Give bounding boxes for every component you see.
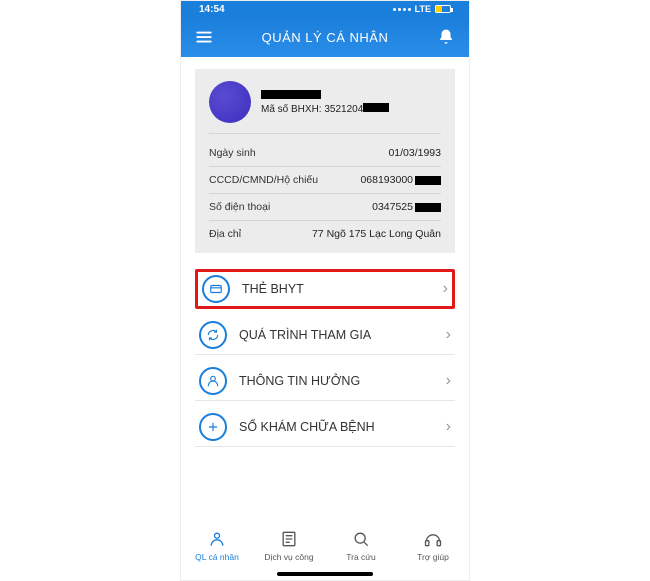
network-label: LTE [415, 4, 431, 14]
field-value: 77 Ngõ 175 Lạc Long Quân [312, 228, 441, 240]
field-value: 068193000 [360, 174, 441, 186]
tab-dich-vu-cong[interactable]: Dịch vụ công [253, 529, 325, 562]
field-label: Ngày sinh [209, 147, 256, 159]
menu-list: THẺ BHYT›QUÁ TRÌNH THAM GIA›THÔNG TIN HƯ… [195, 269, 455, 447]
menu-item-the-bhyt[interactable]: THẺ BHYT › [195, 269, 455, 309]
chevron-right-icon: › [446, 418, 451, 436]
field-label: Số điện thoại [209, 201, 270, 213]
tab-icon [207, 529, 227, 549]
menu-label: QUÁ TRÌNH THAM GIA [239, 328, 434, 342]
field-row: CCCD/CMND/Hộ chiếu 068193000 [209, 167, 441, 194]
redacted-name [261, 90, 321, 99]
tab-tra-cuu[interactable]: Tra cứu [325, 529, 397, 562]
menu-label: THẺ BHYT [242, 282, 431, 296]
chevron-right-icon: › [443, 280, 448, 298]
profile-name [261, 90, 389, 99]
bhxh-label: Mã số BHXH: [261, 104, 322, 115]
content-area: Mã số BHXH: 3521204 Ngày sinh 01/03/1993 C… [181, 57, 469, 524]
field-label: Địa chỉ [209, 228, 241, 240]
menu-label: THÔNG TIN HƯỞNG [239, 374, 434, 388]
phone-screen: 14:54 LTE QUẢN LÝ CÁ NHÂN Mã [180, 0, 470, 581]
menu-item-so-kham[interactable]: SỔ KHÁM CHỮA BỆNH › [195, 407, 455, 447]
tab-label: QL cá nhân [195, 552, 239, 562]
status-right: LTE [393, 4, 451, 14]
tab-label: Trợ giúp [417, 552, 449, 562]
menu-item-qua-trinh[interactable]: QUÁ TRÌNH THAM GIA › [195, 315, 455, 355]
avatar [209, 81, 251, 123]
app-header: QUẢN LÝ CÁ NHÂN [181, 17, 469, 57]
field-row: Địa chỉ 77 Ngõ 175 Lạc Long Quân [209, 221, 441, 247]
bell-icon [437, 28, 455, 46]
page-title: QUẢN LÝ CÁ NHÂN [262, 30, 389, 45]
hamburger-icon [195, 28, 213, 46]
field-row: Số điện thoại 0347525 [209, 194, 441, 221]
tab-label: Tra cứu [346, 552, 375, 562]
tab-tro-giup[interactable]: Trợ giúp [397, 529, 469, 562]
field-value: 0347525 [372, 201, 441, 213]
tab-label: Dịch vụ công [264, 552, 313, 562]
chevron-right-icon: › [446, 326, 451, 344]
field-label: CCCD/CMND/Hộ chiếu [209, 174, 318, 186]
refresh-icon [199, 321, 227, 349]
redacted [415, 203, 441, 212]
tab-ql-ca-nhan[interactable]: QL cá nhân [181, 529, 253, 562]
field-row: Ngày sinh 01/03/1993 [209, 140, 441, 167]
profile-fields: Ngày sinh 01/03/1993 CCCD/CMND/Hộ chiếu 068… [209, 140, 441, 247]
field-value: 01/03/1993 [388, 147, 441, 159]
profile-text: Mã số BHXH: 3521204 [261, 90, 389, 115]
status-bar: 14:54 LTE [181, 1, 469, 17]
tab-icon [279, 529, 299, 549]
chevron-right-icon: › [446, 372, 451, 390]
menu-label: SỔ KHÁM CHỮA BỆNH [239, 420, 434, 434]
bhxh-value: 3521204 [324, 104, 363, 115]
home-indicator [277, 572, 373, 576]
tab-icon [351, 529, 371, 549]
profile-header: Mã số BHXH: 3521204 [209, 81, 441, 134]
signal-icon [393, 8, 411, 11]
card-icon [202, 275, 230, 303]
redacted-bhxh [363, 103, 389, 112]
user-icon [199, 367, 227, 395]
redacted [415, 176, 441, 185]
battery-icon [435, 5, 451, 13]
bhxh-row: Mã số BHXH: 3521204 [261, 103, 389, 115]
menu-button[interactable] [195, 28, 213, 46]
plus-icon [199, 413, 227, 441]
menu-item-thong-tin-huong[interactable]: THÔNG TIN HƯỞNG › [195, 361, 455, 401]
notifications-button[interactable] [437, 28, 455, 46]
status-time: 14:54 [199, 4, 225, 15]
tab-icon [423, 529, 443, 549]
profile-card: Mã số BHXH: 3521204 Ngày sinh 01/03/1993 C… [195, 69, 455, 253]
